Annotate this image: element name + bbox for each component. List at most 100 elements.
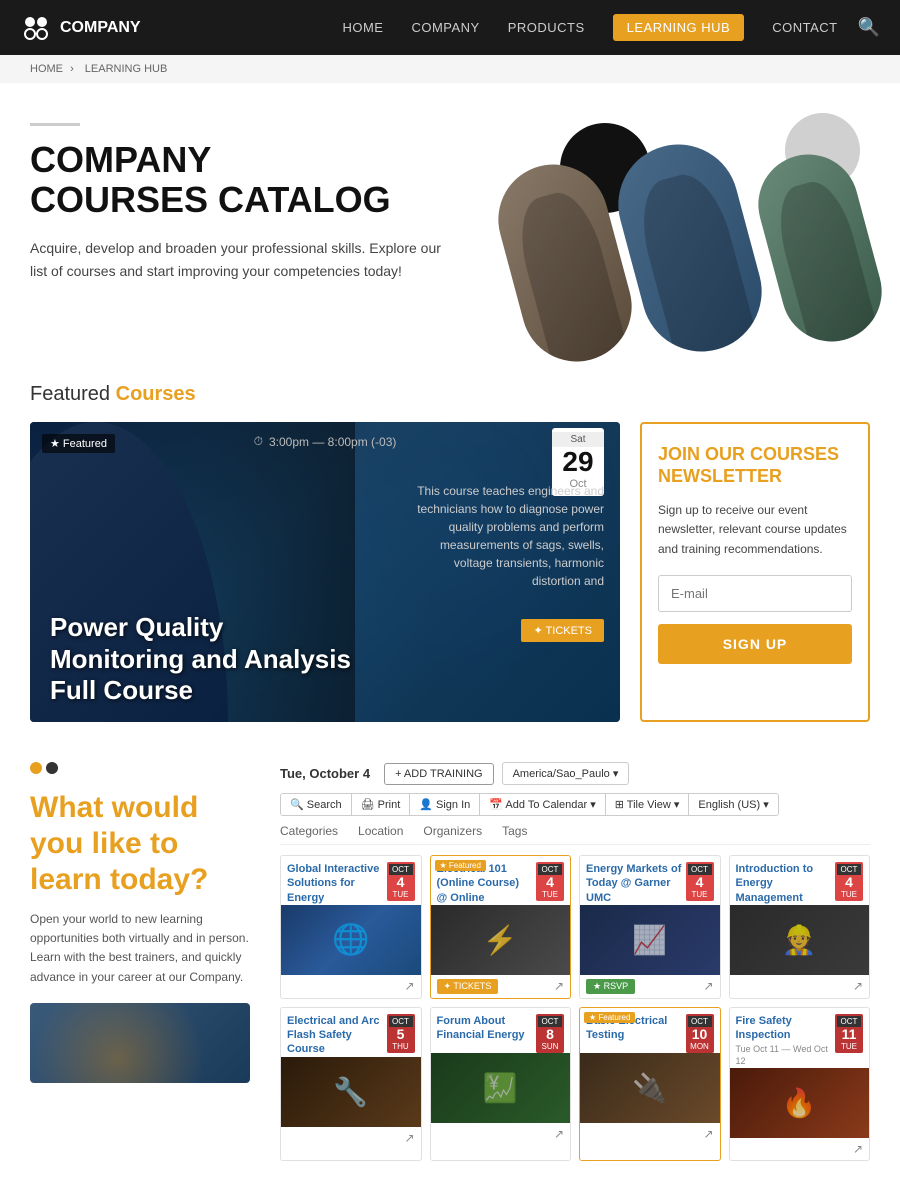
event-card-basic-electrical[interactable]: ★ Featured Basic Electrical Testing OCT … [579,1007,721,1161]
featured-card-title: Power QualityMonitoring and AnalysisFull… [50,612,351,706]
featured-event-card[interactable]: Featured ⏱ 3:00pm — 8:00pm (-03) Sat 29 … [30,422,620,722]
event-share-icon[interactable]: ↗ [703,1127,713,1141]
breadcrumb-current: LEARNING HUB [85,63,168,75]
language-button[interactable]: English (US) ▾ [689,794,777,815]
filter-location[interactable]: Location [358,824,403,838]
featured-grid: Featured ⏱ 3:00pm — 8:00pm (-03) Sat 29 … [30,422,870,722]
events-grid-row1: Global Interactive Solutions for Energy … [280,855,870,999]
event-share-icon[interactable]: ↗ [853,1142,863,1156]
breadcrumb: HOME › LEARNING HUB [0,55,900,83]
event-card-electrical-101[interactable]: ★ Featured Electrical 101 (Online Course… [430,855,572,999]
logo-dot-2 [46,762,58,774]
calendar-filter-row: Categories Location Organizers Tags [280,824,870,845]
nav-link-products[interactable]: PRODUCTS [508,20,585,35]
signin-button[interactable]: 👤 Sign In [410,794,480,815]
logo-dot-1 [30,762,42,774]
calendar-button-group: 🔍 Search 🖨 Print 👤 Sign In 📅 Add To Cale… [280,793,779,816]
featured-suffix: Courses [116,383,196,405]
event-card-intro-energy-mgmt[interactable]: Introduction to Energy Management OCT 4 … [729,855,871,999]
featured-heading: Featured Courses [30,383,870,406]
events-grid-row2: Electrical and Arc Flash Safety Course O… [280,1007,870,1161]
calendar-toolbar-row2: 🔍 Search 🖨 Print 👤 Sign In 📅 Add To Cale… [280,793,870,816]
what-learn-description: Open your world to new learning opportun… [30,910,250,987]
nav-logo-text: COMPANY [60,19,141,37]
event-actions: ↗ [281,1127,421,1149]
event-card-fire-safety[interactable]: Fire Safety Inspection Tue Oct 11 — Wed … [729,1007,871,1161]
print-button[interactable]: 🖨 Print [352,794,411,815]
event-card-energy-markets[interactable]: Energy Markets of Today @ Garner UMC OCT… [579,855,721,999]
event-share-icon[interactable]: ↗ [404,1131,414,1145]
tile-view-button[interactable]: ⊞ Tile View ▾ [606,794,690,815]
event-card-header: Electrical and Arc Flash Safety Course O… [281,1008,421,1057]
company-logo-small [30,762,250,774]
what-learn-image [30,1003,250,1083]
newsletter-description: Sign up to receive our event newsletter,… [658,501,852,559]
timezone-button[interactable]: America/Sao_Paulo ▾ [502,762,630,785]
nav-link-company[interactable]: COMPANY [411,20,479,35]
event-title: Introduction to Energy Management [736,862,832,905]
calendar-date-label: Tue, October 4 [280,766,370,781]
hero-text: COMPANYCOURSES CATALOG Acquire, develop … [30,123,450,282]
event-share-icon[interactable]: ↗ [554,1127,564,1141]
newsletter-box: JOIN OUR COURSESNEWSLETTER Sign up to re… [640,422,870,722]
event-title: Global Interactive Solutions for Energy [287,862,383,905]
nav-logo[interactable]: COMPANY [20,12,141,44]
newsletter-title: JOIN OUR COURSESNEWSLETTER [658,444,852,487]
nav-link-learning-hub[interactable]: LEARNING HUB [613,14,745,41]
what-learn-column: What wouldyou like tolearn today? Open y… [30,762,250,1161]
nav-link-contact[interactable]: CONTACT [772,20,837,35]
event-card-global-interactive[interactable]: Global Interactive Solutions for Energy … [280,855,422,999]
event-date-badge: OCT 4 TUE [536,862,564,901]
event-title: Forum About Financial Energy [437,1014,533,1043]
featured-prefix: Featured [30,383,110,405]
event-date-badge: OCT 4 TUE [387,862,415,901]
featured-section: Featured Courses Featured ⏱ 3:00pm — 8:0… [0,363,900,742]
navigation: COMPANY HOME COMPANY PRODUCTS LEARNING H… [0,0,900,55]
event-actions: ↗ [281,975,421,997]
event-thumbnail [431,905,571,975]
event-actions: ↗ [431,1123,571,1145]
hero-slash-image-3 [747,143,893,352]
calendar-section: What wouldyou like tolearn today? Open y… [0,742,900,1181]
newsletter-signup-button[interactable]: SIGN UP [658,624,852,664]
filter-organizers[interactable]: Organizers [423,824,482,838]
hero-section: COMPANYCOURSES CATALOG Acquire, develop … [0,83,900,363]
featured-badge: Featured [42,434,115,453]
breadcrumb-separator: › [70,63,74,75]
event-share-icon[interactable]: ↗ [554,979,564,993]
featured-description: This course teaches engineers and techni… [404,482,604,590]
event-actions: ★ RSVP ↗ [580,975,720,998]
event-date-badge: OCT 5 THU [387,1014,415,1053]
nav-links: HOME COMPANY PRODUCTS LEARNING HUB CONTA… [342,19,837,37]
event-title: Fire Safety Inspection Tue Oct 11 — Wed … [736,1014,832,1068]
event-share-icon[interactable]: ↗ [404,979,414,993]
event-date-badge: OCT 4 TUE [686,862,714,901]
event-featured-badge: ★ Featured [435,860,486,871]
event-date-badge: OCT 8 SUN [536,1014,564,1053]
event-thumbnail [580,905,720,975]
featured-time: ⏱ 3:00pm — 8:00pm (-03) [254,434,397,449]
calendar-toolbar: Tue, October 4 + ADD TRAINING America/Sa… [280,762,870,785]
nav-link-home[interactable]: HOME [342,20,383,35]
add-to-calendar-button[interactable]: 📅 Add To Calendar ▾ [480,794,605,815]
search-button[interactable]: 🔍 Search [281,794,352,815]
event-card-arc-flash[interactable]: Electrical and Arc Flash Safety Course O… [280,1007,422,1161]
rsvp-button[interactable]: ★ RSVP [586,979,635,994]
event-featured-badge: ★ Featured [584,1012,635,1023]
tickets-button[interactable]: ✦ TICKETS [437,979,499,994]
event-title: Electrical and Arc Flash Safety Course [287,1014,383,1057]
event-card-header: Forum About Financial Energy OCT 8 SUN [431,1008,571,1053]
breadcrumb-home[interactable]: HOME [30,63,63,75]
newsletter-email-input[interactable] [658,575,852,612]
event-date-badge: OCT 11 TUE [835,1014,863,1053]
event-card-forum-financial[interactable]: Forum About Financial Energy OCT 8 SUN ↗ [430,1007,572,1161]
filter-categories[interactable]: Categories [280,824,338,838]
tickets-button[interactable]: ✦ TICKETS [521,619,604,642]
add-training-button[interactable]: + ADD TRAINING [384,763,494,785]
hero-description: Acquire, develop and broaden your profes… [30,237,450,282]
event-share-icon[interactable]: ↗ [853,979,863,993]
event-share-icon[interactable]: ↗ [703,979,713,993]
filter-tags[interactable]: Tags [502,824,527,838]
featured-date-day: 29 [552,447,604,478]
search-icon[interactable]: 🔍 [858,17,880,38]
